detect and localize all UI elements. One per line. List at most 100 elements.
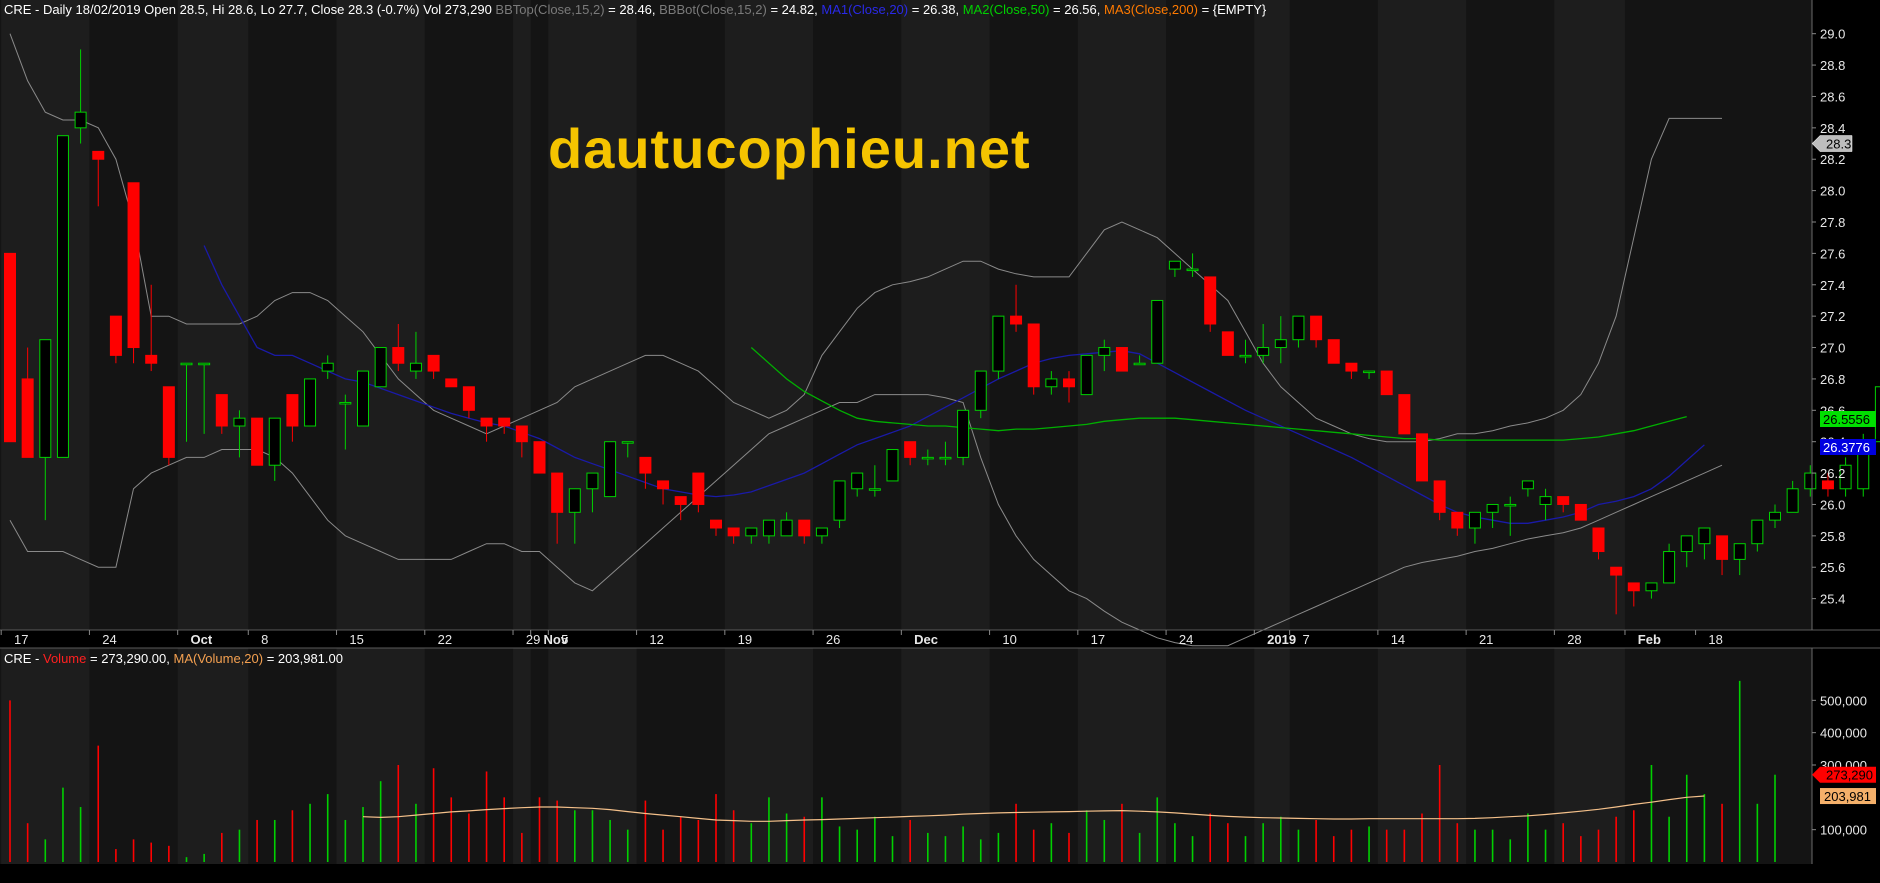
candle-body-up	[322, 363, 333, 371]
vol-header-ma-value: = 203,981.00	[267, 651, 343, 666]
svg-text:26.3776: 26.3776	[1823, 440, 1870, 455]
candle-body-up	[887, 450, 898, 481]
candle-body-up	[305, 379, 316, 426]
candle-body-up	[1169, 261, 1180, 269]
candle-body-up	[622, 442, 633, 444]
date-tick-label: 7	[1302, 632, 1309, 647]
candle-body-down	[5, 253, 16, 441]
vol-header-value: = 273,290.00,	[90, 651, 174, 666]
date-tick-label: 18	[1708, 632, 1722, 647]
candle	[958, 410, 969, 465]
candle-body-down	[1399, 395, 1410, 434]
date-tick-label: 8	[261, 632, 268, 647]
candle-body-up	[1875, 387, 1880, 442]
candle	[1417, 434, 1428, 481]
candle-body-up	[834, 481, 845, 520]
header-bbbot-value: = 24.82,	[770, 2, 821, 17]
candle	[1081, 355, 1092, 394]
date-tick-label: 28	[1567, 632, 1581, 647]
candle-body-up	[763, 520, 774, 536]
candle-body-up	[75, 112, 86, 128]
candle-body-up	[869, 489, 880, 491]
candle	[5, 253, 16, 441]
volume-week-band	[1254, 648, 1289, 864]
candle	[605, 442, 616, 497]
candle-body-up	[746, 528, 757, 536]
candle-body-up	[1240, 355, 1251, 357]
candle-body-down	[252, 418, 263, 465]
price-tick-label: 27.8	[1820, 215, 1845, 230]
price-tick-label: 27.4	[1820, 278, 1845, 293]
candle-body-down	[1611, 567, 1622, 575]
date-tick-label: 17	[1091, 632, 1105, 647]
header-ma1-value: = 26.38,	[912, 2, 963, 17]
candle-body-up	[410, 363, 421, 371]
candle-body-up	[1734, 544, 1745, 560]
candle-body-down	[1434, 481, 1445, 512]
candle-body-up	[1187, 269, 1198, 271]
price-tick-label: 25.4	[1820, 592, 1845, 607]
header-quote: CRE - Daily 18/02/2019 Open 28.5, Hi 28.…	[4, 2, 495, 17]
date-tick-label: 10	[1002, 632, 1016, 647]
volume-week-band	[178, 648, 249, 864]
price-week-band	[1254, 0, 1289, 630]
candle-body-down	[728, 528, 739, 536]
candle-body-up	[1770, 512, 1781, 520]
candle-body-down	[658, 481, 669, 489]
candle	[128, 183, 139, 363]
candle-body-down	[463, 387, 474, 411]
candle-body-up	[958, 410, 969, 457]
candle-body-down	[110, 316, 121, 355]
price-week-band	[513, 0, 531, 630]
price-tick-label: 25.6	[1820, 560, 1845, 575]
date-tick-label: 14	[1391, 632, 1405, 647]
price-week-band	[901, 0, 989, 630]
chart-window: dautucophieu.net 29.028.828.628.428.228.…	[0, 0, 1880, 878]
watermark-text: dautucophieu.net	[548, 117, 1031, 180]
candle-body-up	[1081, 355, 1092, 394]
candle-body-up	[358, 371, 369, 426]
candle-body-down	[1417, 434, 1428, 481]
candle	[534, 442, 545, 473]
candle	[446, 379, 457, 387]
volume-pane-bands	[0, 648, 1812, 864]
close-price-tag: 28.3	[1812, 136, 1852, 152]
candle-body-down	[287, 395, 298, 426]
price-tick-label: 28.2	[1820, 152, 1845, 167]
candle-body-down	[393, 348, 404, 364]
candle	[1328, 340, 1339, 364]
volume-pane-header: CRE - Volume = 273,290.00, MA(Volume,20)…	[4, 651, 343, 666]
header-ma2-label: MA2(Close,50)	[963, 2, 1050, 17]
candle-body-down	[216, 395, 227, 426]
candle-body-down	[1346, 363, 1357, 371]
vol-header-ma-label: MA(Volume,20)	[174, 651, 264, 666]
volume-week-band	[513, 648, 531, 864]
candle-body-down	[516, 426, 527, 442]
price-tick-label: 26.2	[1820, 466, 1845, 481]
candle	[1575, 504, 1586, 520]
candle-body-down	[1011, 316, 1022, 324]
candle-body-up	[587, 473, 598, 489]
candle-body-up	[375, 348, 386, 387]
candle-body-down	[481, 418, 492, 426]
price-tick-label: 29.0	[1820, 27, 1845, 42]
candle-body-up	[57, 136, 68, 458]
candle	[993, 316, 1004, 379]
candle-body-up	[1152, 300, 1163, 363]
candle-body-down	[93, 151, 104, 159]
candle-body-up	[1646, 583, 1657, 591]
candle-body-up	[852, 473, 863, 489]
date-tick-label: 5	[561, 632, 568, 647]
candle	[1381, 371, 1392, 395]
candle-body-down	[1717, 536, 1728, 560]
candle	[358, 371, 369, 426]
volume-ma-tag: 203,981	[1820, 788, 1876, 804]
date-tick-label: 29	[526, 632, 540, 647]
candle-body-down	[799, 520, 810, 536]
candle	[1222, 332, 1233, 356]
candle-body-up	[1540, 497, 1551, 505]
candle-body-down	[1311, 316, 1322, 340]
date-tick-label: 24	[1179, 632, 1193, 647]
candle	[375, 348, 386, 387]
candle-body-up	[40, 340, 51, 458]
